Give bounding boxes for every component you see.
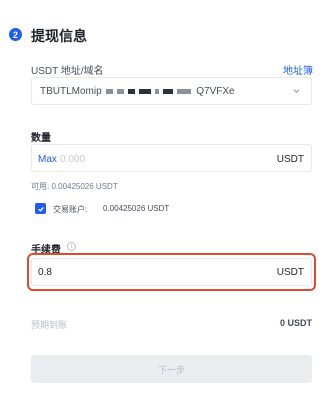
fee-input[interactable]: 0.8 USDT xyxy=(31,258,312,286)
available-balance: 可用: 0.00425026 USDT xyxy=(31,182,118,191)
address-value-start: TBUTLMomip xyxy=(40,86,102,97)
amount-input[interactable]: Max 0.000 USDT xyxy=(31,144,312,172)
chevron-down-icon xyxy=(292,86,301,97)
trade-account-value: 0.00425026 USDT xyxy=(103,204,170,213)
trade-account-checkbox[interactable] xyxy=(35,203,46,214)
address-value-end: Q7VFXe xyxy=(196,86,235,97)
info-icon[interactable]: i xyxy=(67,242,76,251)
section-title: 提现信息 xyxy=(31,28,87,44)
trade-account-label: 交易账户: xyxy=(53,205,88,214)
next-button[interactable]: 下一步 xyxy=(31,355,312,383)
address-label: USDT 地址/域名 xyxy=(31,66,104,77)
expected-arrival-label: 预期到账 xyxy=(31,320,68,330)
expected-arrival-value: 0 USDT xyxy=(279,318,312,328)
address-select[interactable]: TBUTLMomip Q7VFXe xyxy=(31,77,312,105)
masked-characters xyxy=(104,86,196,97)
address-book-link[interactable]: 地址簿 xyxy=(283,62,313,77)
amount-unit: USDT xyxy=(276,154,304,165)
amount-placeholder: 0.000 xyxy=(60,154,86,165)
fee-unit: USDT xyxy=(276,267,304,278)
address-value: TBUTLMomip Q7VFXe xyxy=(40,86,235,97)
fee-value: 0.8 xyxy=(38,267,52,278)
amount-label: 数量 xyxy=(31,133,51,144)
check-icon xyxy=(37,206,44,212)
max-button[interactable]: Max xyxy=(38,154,57,165)
step-number-badge: 2 xyxy=(9,28,22,41)
